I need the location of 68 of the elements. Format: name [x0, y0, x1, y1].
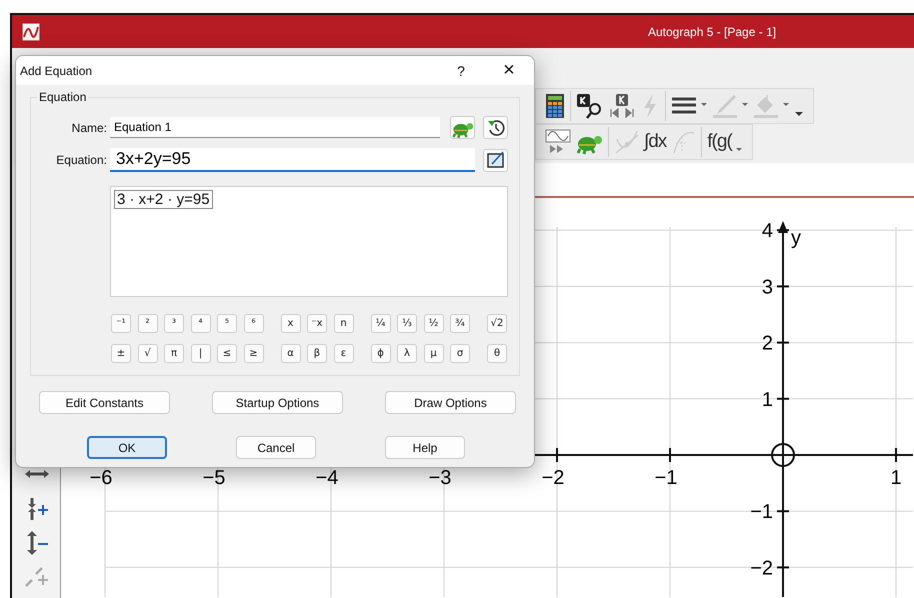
tick-label: −3: [428, 467, 452, 489]
formatted-equation: 3 · x+2 · y=95: [114, 190, 213, 209]
symbol-key[interactable]: ⁻¹: [111, 314, 131, 333]
symbol-key[interactable]: ½: [424, 314, 444, 333]
symbol-key[interactable]: ³: [164, 314, 184, 333]
equation-label: Equation:: [55, 153, 107, 167]
symbol-key[interactable]: ε: [334, 344, 354, 363]
symbol-key[interactable]: ¼: [370, 314, 390, 333]
tick-label: −2: [750, 557, 773, 580]
window-title: Autograph 5 - [Page - 1]: [648, 24, 776, 38]
symbol-key[interactable]: μ: [424, 344, 444, 363]
tick-label: −1: [654, 467, 678, 489]
tick-label: 1: [762, 388, 773, 411]
symbol-key[interactable]: |: [190, 344, 210, 363]
symbol-key[interactable]: β: [307, 344, 327, 363]
dialog-button[interactable]: Help: [385, 436, 465, 459]
equation-field[interactable]: 3x+2y=95: [110, 148, 475, 172]
symbol-key[interactable]: ≥: [244, 344, 264, 363]
symbol-key[interactable]: √2: [487, 314, 507, 333]
calculator-icon[interactable]: [545, 93, 565, 119]
key-magnifier-icon[interactable]: [576, 93, 604, 119]
symbol-key[interactable]: λ: [397, 344, 417, 363]
dialog-title: Add Equation: [20, 64, 94, 78]
symbol-key[interactable]: ⁶: [244, 314, 264, 333]
name-field[interactable]: Equation 1: [110, 117, 440, 138]
tick-label: −1: [750, 501, 773, 524]
axis-label: y: [791, 227, 801, 249]
symbol-key[interactable]: ⁵: [217, 314, 237, 333]
tick-label: 4: [762, 220, 773, 242]
symbol-key[interactable]: n: [334, 314, 354, 333]
key-player-icon[interactable]: [608, 93, 636, 119]
tick-label: 1: [890, 467, 902, 489]
symbol-key[interactable]: x: [280, 314, 300, 333]
history-button[interactable]: [483, 116, 508, 139]
dialog-button[interactable]: OK: [87, 436, 167, 459]
group-label: Equation: [38, 90, 88, 104]
symbol-key[interactable]: ≤: [217, 344, 237, 363]
symbol-key[interactable]: √: [138, 344, 158, 363]
symbol-key[interactable]: α: [280, 344, 300, 363]
edit-button[interactable]: [483, 148, 508, 172]
toolbar-button[interactable]: ∫dx: [644, 131, 666, 153]
symbol-key[interactable]: π: [164, 344, 184, 363]
option-button[interactable]: Startup Options: [212, 391, 343, 414]
tick-label: 3: [762, 276, 773, 298]
name-label: Name:: [70, 120, 107, 134]
close-button[interactable]: ×: [494, 59, 524, 82]
symbol-key[interactable]: σ: [450, 344, 470, 363]
symbol-key[interactable]: ²: [138, 314, 158, 333]
dialog-button[interactable]: Cancel: [236, 436, 316, 459]
help-button[interactable]: ?: [446, 62, 476, 78]
option-button[interactable]: Draw Options: [385, 391, 516, 414]
toolbar-button[interactable]: f(g(: [707, 131, 732, 153]
tick-label: −2: [542, 467, 564, 489]
symbol-key[interactable]: ±: [111, 344, 131, 363]
tick-label: 2: [762, 332, 773, 355]
tick-label: −6: [90, 467, 112, 489]
symbol-key[interactable]: ⅓: [397, 314, 417, 333]
symbol-key[interactable]: θ: [487, 344, 507, 363]
tick-label: −4: [316, 467, 338, 489]
wave-play-icon[interactable]: [545, 129, 571, 155]
symbol-key[interactable]: ϕ: [370, 344, 390, 363]
turtle-button[interactable]: [450, 116, 475, 139]
app-logo-icon: [22, 22, 40, 40]
symbol-key[interactable]: ⁴: [190, 314, 210, 333]
tick-label: −5: [202, 467, 226, 489]
symbol-key[interactable]: ⁻x: [307, 314, 327, 333]
symbol-key[interactable]: ¾: [450, 314, 470, 333]
option-button[interactable]: Edit Constants: [39, 391, 170, 414]
